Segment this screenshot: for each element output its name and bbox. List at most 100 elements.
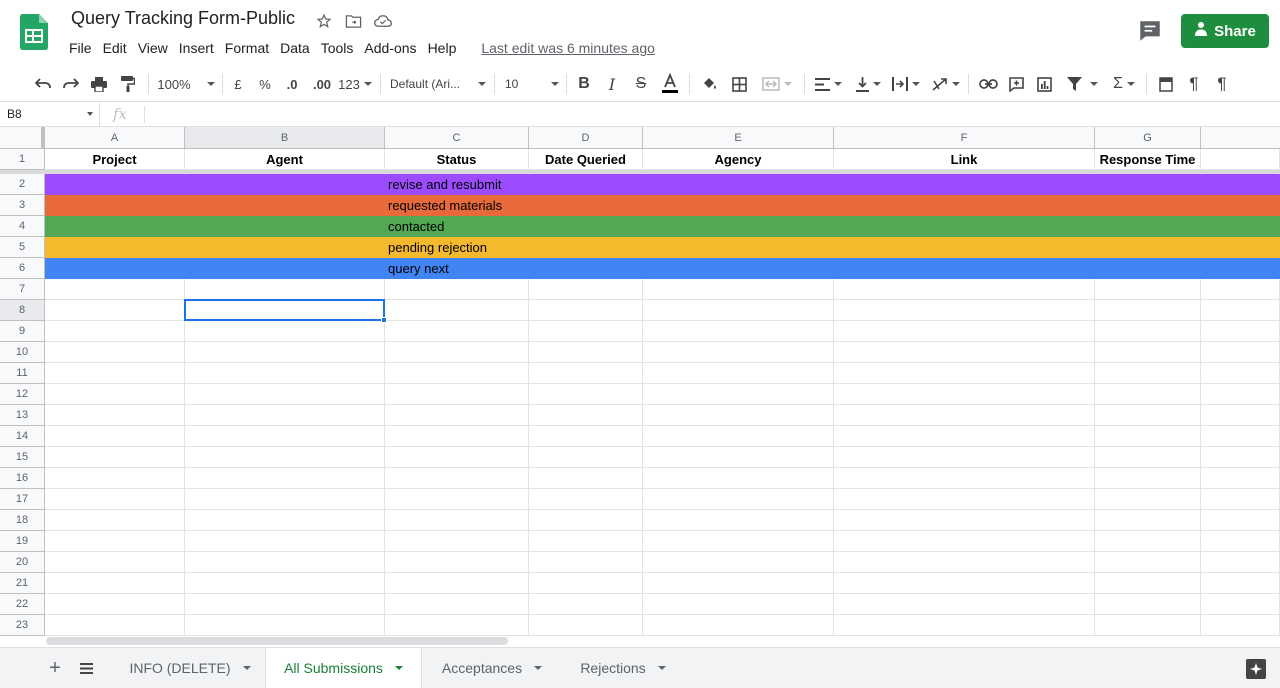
- cell-d20[interactable]: [529, 552, 643, 573]
- decrease-decimal-button[interactable]: .0: [282, 72, 302, 96]
- cell-g15[interactable]: [1095, 447, 1201, 468]
- cell-a3[interactable]: [45, 195, 185, 216]
- cell-filler-23[interactable]: [1201, 615, 1280, 636]
- rtl-paragraph-icon[interactable]: ¶: [1211, 72, 1233, 96]
- cell-f23[interactable]: [834, 615, 1095, 636]
- cell-f4[interactable]: [834, 216, 1095, 237]
- cell-d8[interactable]: [529, 300, 643, 321]
- cell-g13[interactable]: [1095, 405, 1201, 426]
- cell-e16[interactable]: [643, 468, 834, 489]
- menu-file[interactable]: File: [69, 40, 99, 56]
- cell-f21[interactable]: [834, 573, 1095, 594]
- cell-e15[interactable]: [643, 447, 834, 468]
- cell-f8[interactable]: [834, 300, 1095, 321]
- row-header-22[interactable]: 22: [0, 594, 45, 615]
- cell-d19[interactable]: [529, 531, 643, 552]
- document-title[interactable]: Query Tracking Form-Public: [71, 8, 295, 29]
- sheet-tab-rejections[interactable]: Rejections: [563, 648, 683, 688]
- cell-filler-4[interactable]: [1201, 216, 1280, 237]
- cell-f17[interactable]: [834, 489, 1095, 510]
- cell-f3[interactable]: [834, 195, 1095, 216]
- paint-format-icon[interactable]: [117, 72, 139, 96]
- comment-history-icon[interactable]: [1137, 19, 1163, 43]
- cell-f13[interactable]: [834, 405, 1095, 426]
- cell-a12[interactable]: [45, 384, 185, 405]
- sheet-tab-acceptances[interactable]: Acceptances: [424, 648, 560, 688]
- cell-d9[interactable]: [529, 321, 643, 342]
- sheets-logo-icon[interactable]: [20, 14, 48, 50]
- fill-color-icon[interactable]: [698, 72, 720, 96]
- cell-c20[interactable]: [385, 552, 529, 573]
- cell-b19[interactable]: [185, 531, 385, 552]
- row-header-11[interactable]: 11: [0, 363, 45, 384]
- vertical-align-icon[interactable]: [852, 72, 884, 96]
- cell-e11[interactable]: [643, 363, 834, 384]
- cell-g6[interactable]: [1095, 258, 1201, 279]
- cell-c18[interactable]: [385, 510, 529, 531]
- row-header-14[interactable]: 14: [0, 426, 45, 447]
- cell-filler-16[interactable]: [1201, 468, 1280, 489]
- cell-g2[interactable]: [1095, 174, 1201, 195]
- format-percent-button[interactable]: %: [256, 72, 274, 96]
- cell-g7[interactable]: [1095, 279, 1201, 300]
- menu-data[interactable]: Data: [280, 40, 317, 56]
- row-header-2[interactable]: 2: [0, 174, 45, 195]
- cell-c13[interactable]: [385, 405, 529, 426]
- status-cell-2[interactable]: revise and resubmit: [385, 174, 529, 195]
- name-box[interactable]: B8: [0, 103, 100, 126]
- menu-edit[interactable]: Edit: [103, 40, 134, 56]
- cell-filler-18[interactable]: [1201, 510, 1280, 531]
- cell-e5[interactable]: [643, 237, 834, 258]
- cell-d6[interactable]: [529, 258, 643, 279]
- cell-b6[interactable]: [185, 258, 385, 279]
- cell-c9[interactable]: [385, 321, 529, 342]
- cell-e8[interactable]: [643, 300, 834, 321]
- cell-filler-3[interactable]: [1201, 195, 1280, 216]
- header-cell-d[interactable]: Date Queried: [529, 149, 643, 170]
- cell-a2[interactable]: [45, 174, 185, 195]
- cell-f10[interactable]: [834, 342, 1095, 363]
- cell-g20[interactable]: [1095, 552, 1201, 573]
- header-cell-f[interactable]: Link: [834, 149, 1095, 170]
- cell-b20[interactable]: [185, 552, 385, 573]
- cell-g12[interactable]: [1095, 384, 1201, 405]
- cell-b5[interactable]: [185, 237, 385, 258]
- cell-filler-10[interactable]: [1201, 342, 1280, 363]
- cell-f5[interactable]: [834, 237, 1095, 258]
- add-sheet-icon[interactable]: +: [40, 648, 70, 688]
- cell-a6[interactable]: [45, 258, 185, 279]
- row-header-7[interactable]: 7: [0, 279, 45, 300]
- row-header-8[interactable]: 8: [0, 300, 45, 321]
- cell-filler-21[interactable]: [1201, 573, 1280, 594]
- row-header-20[interactable]: 20: [0, 552, 45, 573]
- cell-g14[interactable]: [1095, 426, 1201, 447]
- cell-selection[interactable]: [184, 299, 385, 321]
- cell-c22[interactable]: [385, 594, 529, 615]
- cell-f18[interactable]: [834, 510, 1095, 531]
- cell-d5[interactable]: [529, 237, 643, 258]
- menu-view[interactable]: View: [138, 40, 175, 56]
- star-icon[interactable]: [314, 11, 334, 31]
- increase-decimal-button[interactable]: .00: [310, 72, 334, 96]
- cell-e22[interactable]: [643, 594, 834, 615]
- cell-g22[interactable]: [1095, 594, 1201, 615]
- cell-b9[interactable]: [185, 321, 385, 342]
- last-edit-link[interactable]: Last edit was 6 minutes ago: [481, 40, 655, 56]
- cell-f16[interactable]: [834, 468, 1095, 489]
- cell-g16[interactable]: [1095, 468, 1201, 489]
- cell-d22[interactable]: [529, 594, 643, 615]
- cell-filler-12[interactable]: [1201, 384, 1280, 405]
- cell-e4[interactable]: [643, 216, 834, 237]
- menu-insert[interactable]: Insert: [179, 40, 221, 56]
- cell-g17[interactable]: [1095, 489, 1201, 510]
- cell-d10[interactable]: [529, 342, 643, 363]
- cell-e20[interactable]: [643, 552, 834, 573]
- cell-c8[interactable]: [385, 300, 529, 321]
- cell-b16[interactable]: [185, 468, 385, 489]
- cell-g10[interactable]: [1095, 342, 1201, 363]
- row-header-23[interactable]: 23: [0, 615, 45, 636]
- cell-c19[interactable]: [385, 531, 529, 552]
- row-header-18[interactable]: 18: [0, 510, 45, 531]
- cell-e14[interactable]: [643, 426, 834, 447]
- bold-icon[interactable]: B: [575, 72, 593, 96]
